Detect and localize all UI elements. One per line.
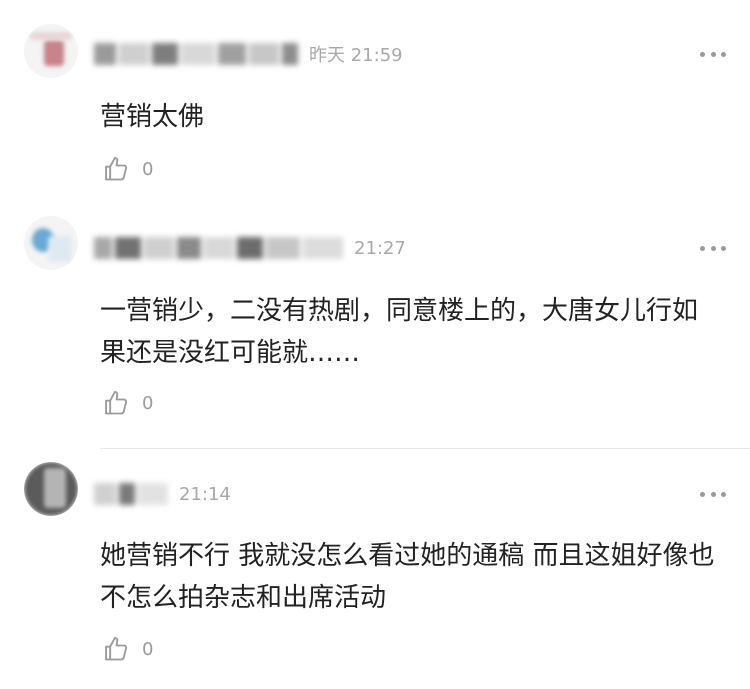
avatar[interactable] xyxy=(24,216,78,270)
thumbs-up-icon xyxy=(105,390,128,415)
like-button[interactable]: 0 xyxy=(102,635,153,663)
username-obscured[interactable] xyxy=(94,41,301,67)
comment-item: 昨天 21:59 营销太佛 0 xyxy=(0,0,750,196)
comment-time: 21:27 xyxy=(354,237,406,259)
comment-header: 21:27 xyxy=(94,233,406,263)
more-horizontal-icon xyxy=(700,491,726,497)
comment-text: 营销太佛 xyxy=(100,102,205,132)
comment-item: 21:14 她营销不行 我就没怎么看过她的通稿 而且这姐好像也不怎么拍杂志和出席… xyxy=(0,449,750,689)
like-button[interactable]: 0 xyxy=(102,389,153,417)
thumbs-up-icon xyxy=(105,636,128,661)
like-count: 0 xyxy=(142,638,154,660)
more-options-button[interactable] xyxy=(700,50,726,58)
more-horizontal-icon xyxy=(700,245,726,251)
more-options-button[interactable] xyxy=(700,244,726,252)
avatar[interactable] xyxy=(24,462,78,516)
more-options-button[interactable] xyxy=(700,490,726,498)
username-obscured[interactable] xyxy=(94,235,346,261)
like-count: 0 xyxy=(142,158,154,180)
username-obscured[interactable] xyxy=(94,481,171,507)
comment-header: 昨天 21:59 xyxy=(94,39,403,69)
like-button[interactable]: 0 xyxy=(102,155,153,183)
avatar-blur xyxy=(48,236,72,262)
avatar-blur xyxy=(44,468,66,508)
comment-item: 21:27 一营销少，二没有热剧，同意楼上的，大唐女儿行如果还是没红可能就…… … xyxy=(0,196,750,448)
comment-header: 21:14 xyxy=(94,479,231,509)
more-horizontal-icon xyxy=(700,51,726,57)
comment-text: 一营销少，二没有热剧，同意楼上的，大唐女儿行如果还是没红可能就…… xyxy=(100,296,699,368)
avatar[interactable] xyxy=(24,24,78,78)
comment-text: 她营销不行 我就没怎么看过她的通稿 而且这姐好像也不怎么拍杂志和出席活动 xyxy=(100,541,715,613)
thumbs-up-icon xyxy=(105,156,128,181)
comment-time: 昨天 21:59 xyxy=(309,45,403,66)
avatar-blur xyxy=(44,40,64,66)
like-count: 0 xyxy=(142,392,154,414)
avatar-blur xyxy=(30,32,72,40)
comment-time: 21:14 xyxy=(179,483,231,505)
